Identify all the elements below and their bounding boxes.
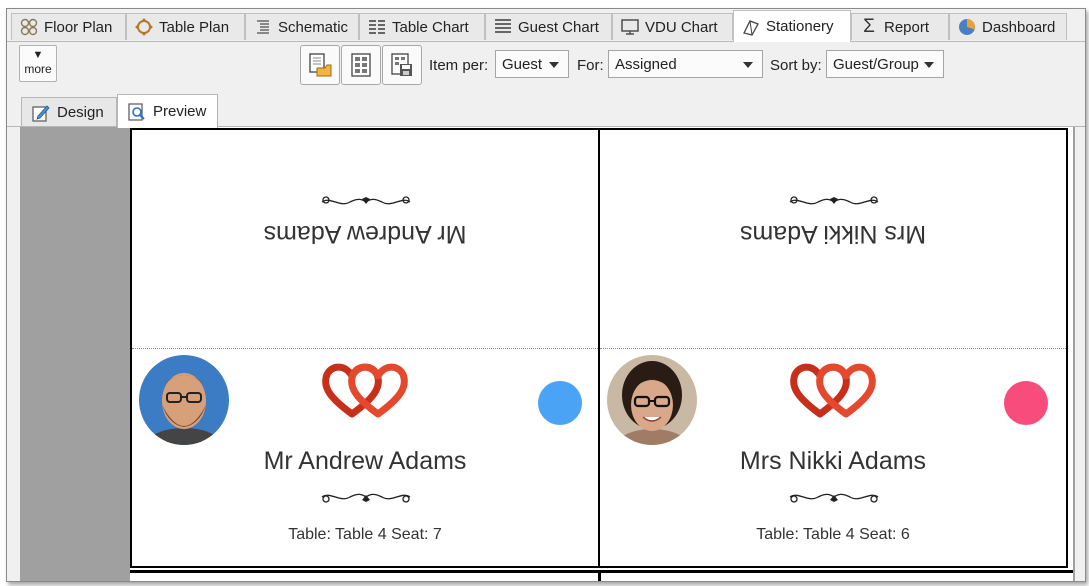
- schematic-icon: [254, 18, 272, 36]
- guest-chart-icon: [494, 18, 512, 36]
- table-chart-icon: [368, 18, 386, 36]
- open-document-icon: [309, 53, 332, 77]
- tab-floor-plan[interactable]: Floor Plan: [11, 13, 126, 40]
- tab-table-chart[interactable]: Table Chart: [359, 13, 485, 40]
- floor-plan-icon: [20, 18, 38, 36]
- tab-design[interactable]: Design: [21, 97, 117, 127]
- save-template-button[interactable]: [382, 45, 422, 85]
- open-template-button[interactable]: [300, 45, 340, 85]
- tab-table-plan[interactable]: Table Plan: [126, 13, 245, 40]
- tab-label: Guest Chart: [518, 18, 599, 36]
- tab-label: Table Plan: [159, 18, 230, 36]
- more-button[interactable]: ▼ more: [19, 45, 57, 82]
- card-divider: [598, 570, 601, 581]
- item-per-select[interactable]: Guest: [495, 50, 569, 78]
- guest-name: Mrs Nikki Adams: [739, 447, 927, 475]
- tab-vdu-chart[interactable]: VDU Chart: [612, 13, 733, 40]
- place-card: Mrs Nikki Adams Mrs Nikki Adams Table: T…: [598, 128, 1068, 568]
- sort-by-label: Sort by:: [770, 57, 822, 74]
- tab-dashboard[interactable]: Dashboard: [949, 13, 1067, 40]
- sort-by-value: Guest/Group: [833, 55, 919, 73]
- fold-line: [132, 348, 598, 349]
- flourish-ornament-icon: [789, 493, 879, 503]
- stationery-icon: [742, 18, 760, 36]
- sort-by-select[interactable]: Guest/Group: [826, 50, 944, 78]
- tab-label: Table Chart: [392, 18, 469, 36]
- chevron-down-icon: [743, 62, 753, 68]
- guest-color-dot: [538, 381, 582, 425]
- tab-label: Floor Plan: [44, 18, 113, 36]
- main-tab-bar: Floor Plan Table Plan Schematic Table Ch…: [7, 9, 1085, 42]
- item-per-value: Guest: [502, 55, 543, 73]
- linked-hearts-icon: [790, 363, 876, 418]
- tab-label: Dashboard: [982, 18, 1056, 36]
- guest-color-dot: [1004, 381, 1048, 425]
- tab-guest-chart[interactable]: Guest Chart: [485, 13, 612, 40]
- design-icon: [32, 104, 50, 122]
- tab-preview[interactable]: Preview: [117, 94, 218, 128]
- item-per-label: Item per:: [429, 57, 489, 74]
- tab-label: Preview: [153, 103, 207, 120]
- flourish-ornament-icon: [321, 493, 411, 503]
- for-value: Assigned: [615, 55, 677, 73]
- for-label: For:: [577, 57, 604, 74]
- place-card: Mr Andrew Adams Mr Andrew Adams Table: T…: [130, 128, 600, 568]
- pie-icon: [958, 18, 976, 36]
- stationery-toolbar: ▼ more Item per: Guest For: Assigned Sor…: [7, 42, 1085, 92]
- preview-canvas[interactable]: Mr Andrew Adams Mr Andrew Adams Table: T…: [20, 127, 1075, 581]
- tab-schematic[interactable]: Schematic: [245, 13, 359, 40]
- tab-label: Schematic: [278, 18, 349, 36]
- triangle-down-icon: ▼: [32, 49, 44, 61]
- linked-hearts-icon: [322, 363, 408, 418]
- place-card-page: Mr Andrew Adams Mr Andrew Adams Table: T…: [130, 127, 1073, 581]
- man-with-beard-avatar: [139, 355, 229, 445]
- chevron-down-icon: [549, 62, 559, 68]
- tab-label: Stationery: [766, 18, 834, 35]
- tab-label: Design: [57, 104, 104, 121]
- chevron-down-icon: [924, 62, 934, 68]
- fold-line: [600, 348, 1066, 349]
- table-seat-text: Table: Table 4 Seat: 7: [288, 526, 442, 543]
- save-document-icon: [391, 53, 412, 76]
- flourish-ornament-icon: [789, 196, 879, 205]
- for-select[interactable]: Assigned: [608, 50, 763, 78]
- sigma-icon: Σ: [863, 16, 875, 37]
- table-seat-text: Table: Table 4 Seat: 6: [756, 526, 910, 543]
- folded-name-upside-down: Mr Andrew Adams: [263, 220, 467, 248]
- vdu-chart-icon: [621, 18, 639, 36]
- flourish-ornament-icon: [321, 196, 411, 205]
- table-plan-icon: [135, 18, 153, 36]
- next-row-cards: [130, 570, 1073, 581]
- preview-icon: [128, 102, 145, 121]
- tab-label: Report: [884, 18, 930, 36]
- tab-label: VDU Chart: [645, 18, 718, 36]
- app-window: Floor Plan Table Plan Schematic Table Ch…: [6, 8, 1086, 582]
- page-layout-icon: [351, 53, 371, 77]
- tab-stationery[interactable]: Stationery: [733, 10, 851, 42]
- layout-button[interactable]: [341, 45, 381, 85]
- woman-with-glasses-avatar: [607, 355, 697, 445]
- more-label: more: [24, 62, 52, 76]
- folded-name-upside-down: Mrs Nikki Adams: [739, 220, 927, 248]
- guest-name: Mr Andrew Adams: [263, 447, 467, 475]
- tab-report[interactable]: Σ Report: [851, 13, 949, 40]
